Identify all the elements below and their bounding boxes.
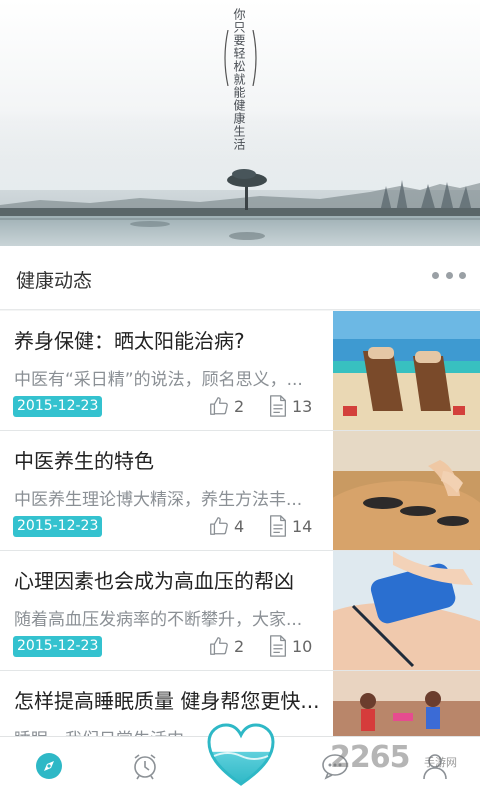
comment-count: 13 xyxy=(292,396,313,416)
article-list: 养身保健：晒太阳能治病? 中医有“采日精”的说法，顾名思义，... 2015-1… xyxy=(0,311,480,791)
article-summary: 中医养生理论博大精深，养生方法丰... xyxy=(14,490,303,510)
like-count: 4 xyxy=(234,516,245,536)
thumbs-up-icon xyxy=(210,637,228,655)
thumbs-up-icon xyxy=(210,397,228,415)
more-dots-icon[interactable] xyxy=(432,272,466,284)
article-item[interactable]: 心理因素也会成为高血压的帮凶 随着高血压发病率的不断攀升，大家... 2015-… xyxy=(0,551,480,671)
article-title: 养身保健：晒太阳能治病? xyxy=(14,329,245,353)
hot-stone-massage-thumbnail xyxy=(333,431,480,550)
comment-counter[interactable]: 10 xyxy=(268,635,312,657)
blood-pressure-cuff-thumbnail xyxy=(333,551,480,670)
comment-count: 10 xyxy=(292,636,313,656)
like-counter[interactable]: 4 xyxy=(208,515,244,537)
thumbs-up-icon xyxy=(210,517,228,535)
article-item[interactable]: 养身保健：晒太阳能治病? 中医有“采日精”的说法，顾名思义，... 2015-1… xyxy=(0,311,480,431)
comment-counter[interactable]: 14 xyxy=(268,515,312,537)
like-counter[interactable]: 2 xyxy=(208,635,244,657)
like-count: 2 xyxy=(234,636,245,656)
document-icon xyxy=(270,395,286,417)
article-date-badge: 2015-12-23 xyxy=(13,516,103,537)
article-summary: 随着高血压发病率的不断攀升，大家... xyxy=(14,610,303,630)
article-title: 中医养生的特色 xyxy=(14,449,154,473)
comment-counter[interactable]: 13 xyxy=(268,395,312,417)
article-item[interactable]: 中医养生的特色 中医养生理论博大精深，养生方法丰... 2015-12-23 4… xyxy=(0,431,480,551)
right-bracket-icon xyxy=(252,30,257,86)
beach-chairs-thumbnail xyxy=(333,311,480,430)
section-header: 健康动态 xyxy=(0,246,480,310)
article-summary: 中医有“采日精”的说法，顾名思义，... xyxy=(14,370,303,390)
document-icon xyxy=(270,635,286,657)
article-title: 怎样提高睡眠质量 健身帮您更快... xyxy=(14,689,320,713)
hero-banner: 你只要轻松就能健康生活 xyxy=(0,0,480,246)
watermark-subtitle: 手游网 xyxy=(424,756,457,769)
compass-icon[interactable] xyxy=(34,751,64,781)
like-counter[interactable]: 2 xyxy=(208,395,244,417)
section-title: 健康动态 xyxy=(16,270,93,292)
article-date-badge: 2015-12-23 xyxy=(13,396,103,417)
article-date-badge: 2015-12-23 xyxy=(13,636,103,657)
comment-count: 14 xyxy=(292,516,313,536)
document-icon xyxy=(270,515,286,537)
hero-slogan: 你只要轻松就能健康生活 xyxy=(232,8,246,151)
watermark-logo: 2265 xyxy=(330,740,410,775)
article-title: 心理因素也会成为高血压的帮凶 xyxy=(14,569,294,593)
heart-icon[interactable] xyxy=(206,722,276,788)
alarm-clock-icon[interactable] xyxy=(130,751,160,781)
like-count: 2 xyxy=(234,396,245,416)
